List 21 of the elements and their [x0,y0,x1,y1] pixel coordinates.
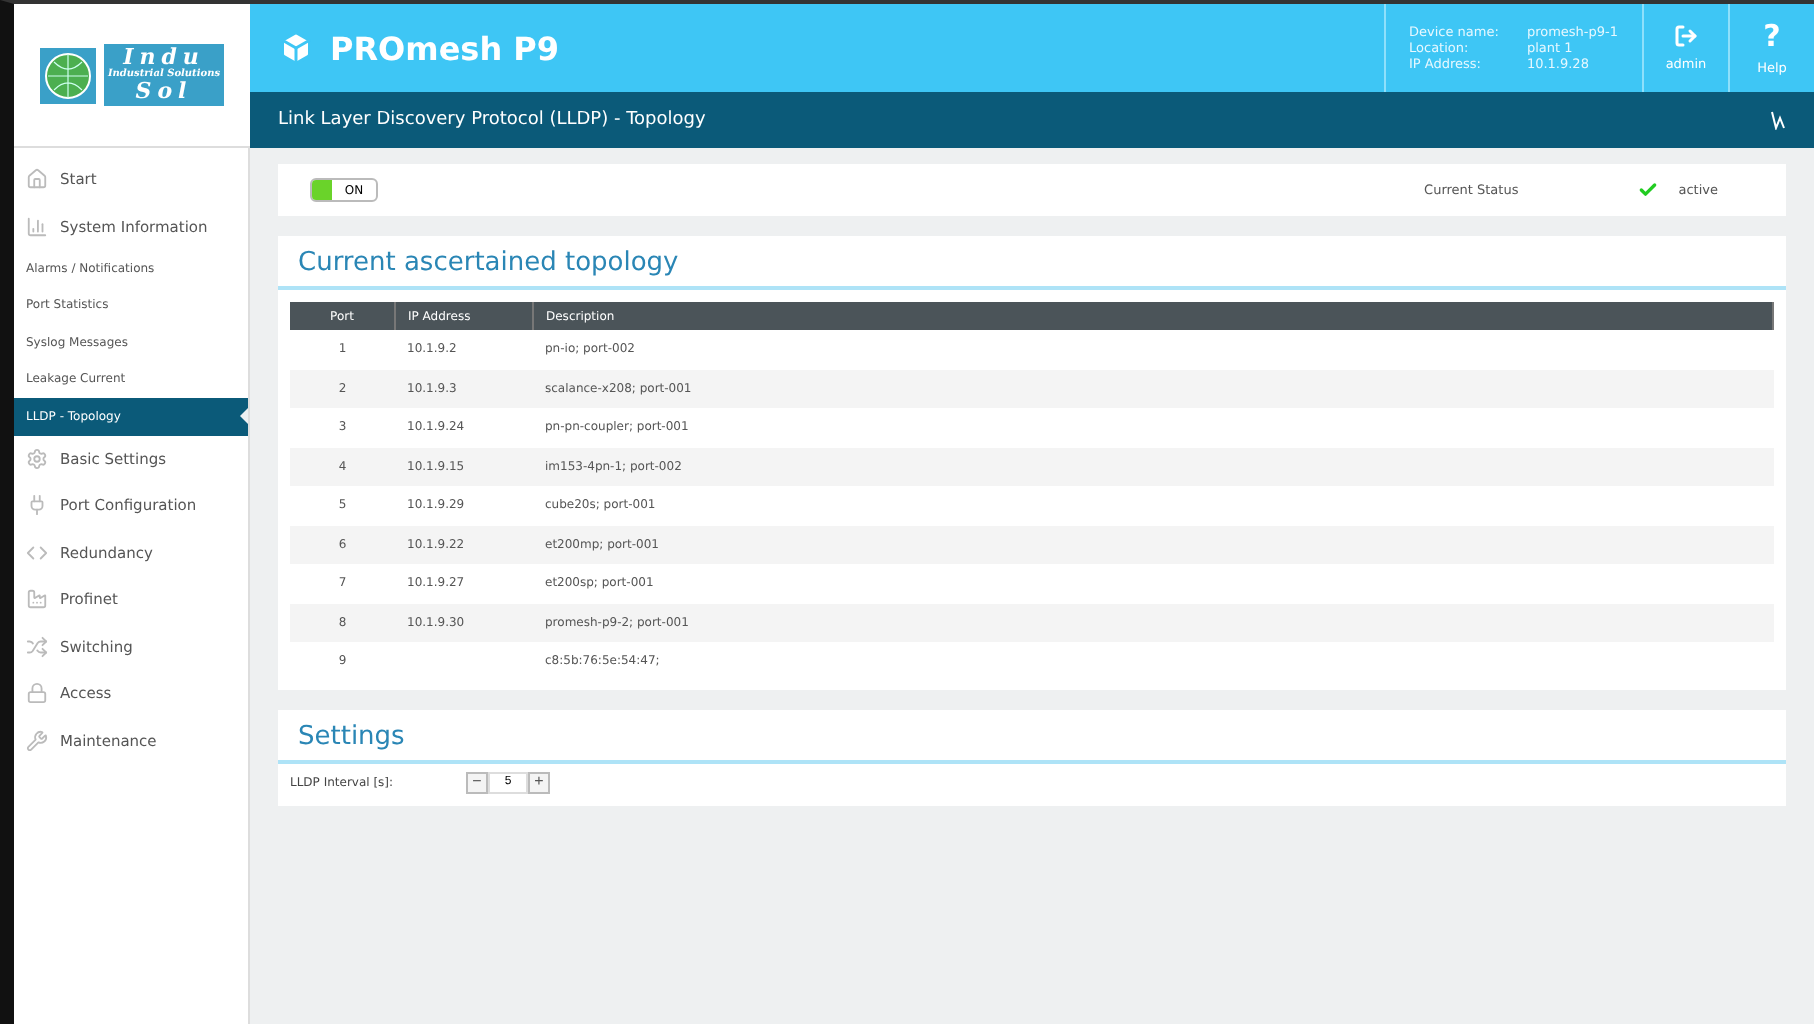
page-title: Link Layer Discovery Protocol (LLDP) - Topology [278,110,706,130]
logo-text: Sol [135,80,193,105]
logo-text: Indu [123,45,205,70]
bar-chart-icon [26,215,48,238]
plug-icon [26,494,48,517]
product-title: PROmesh P9 [330,29,560,67]
shuffle-icon [26,635,48,658]
decrement-button[interactable]: − [466,771,488,793]
globe-icon [43,51,92,99]
code-icon [26,541,48,564]
card-title: Settings [278,709,1786,763]
gear-icon [26,447,48,470]
logout-icon [1674,24,1698,48]
signal-icon [1770,110,1786,130]
card-title: Current ascertained topology [278,236,1786,290]
lock-icon [26,682,48,705]
increment-button[interactable]: + [528,771,550,793]
wrench-icon [26,729,48,752]
cube-icon [278,30,314,66]
home-icon [26,168,48,191]
factory-icon [26,588,48,611]
